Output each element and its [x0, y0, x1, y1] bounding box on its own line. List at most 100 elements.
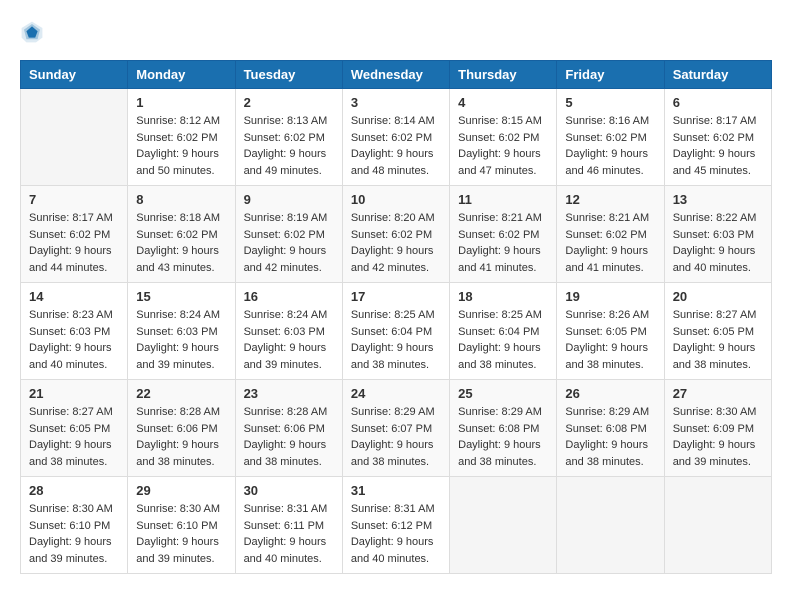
calendar-cell: 22 Sunrise: 8:28 AM Sunset: 6:06 PM Dayli…	[128, 380, 235, 477]
day-info: Sunrise: 8:23 AM Sunset: 6:03 PM Dayligh…	[29, 307, 119, 373]
calendar-cell	[664, 477, 771, 574]
day-number: 5	[565, 95, 655, 110]
day-info: Sunrise: 8:26 AM Sunset: 6:05 PM Dayligh…	[565, 307, 655, 373]
day-info: Sunrise: 8:19 AM Sunset: 6:02 PM Dayligh…	[244, 210, 334, 276]
day-number: 9	[244, 192, 334, 207]
logo-icon	[20, 20, 44, 44]
calendar-cell: 6 Sunrise: 8:17 AM Sunset: 6:02 PM Daylig…	[664, 89, 771, 186]
day-info: Sunrise: 8:13 AM Sunset: 6:02 PM Dayligh…	[244, 113, 334, 179]
day-info: Sunrise: 8:14 AM Sunset: 6:02 PM Dayligh…	[351, 113, 441, 179]
calendar-cell: 3 Sunrise: 8:14 AM Sunset: 6:02 PM Daylig…	[342, 89, 449, 186]
weekday-header: Sunday	[21, 61, 128, 89]
calendar-cell: 9 Sunrise: 8:19 AM Sunset: 6:02 PM Daylig…	[235, 186, 342, 283]
day-number: 17	[351, 289, 441, 304]
calendar-week: 7 Sunrise: 8:17 AM Sunset: 6:02 PM Daylig…	[21, 186, 772, 283]
day-info: Sunrise: 8:21 AM Sunset: 6:02 PM Dayligh…	[458, 210, 548, 276]
day-info: Sunrise: 8:29 AM Sunset: 6:08 PM Dayligh…	[565, 404, 655, 470]
weekday-header: Monday	[128, 61, 235, 89]
day-info: Sunrise: 8:16 AM Sunset: 6:02 PM Dayligh…	[565, 113, 655, 179]
day-number: 16	[244, 289, 334, 304]
calendar-cell: 11 Sunrise: 8:21 AM Sunset: 6:02 PM Dayli…	[450, 186, 557, 283]
day-info: Sunrise: 8:30 AM Sunset: 6:09 PM Dayligh…	[673, 404, 763, 470]
calendar-cell: 31 Sunrise: 8:31 AM Sunset: 6:12 PM Dayli…	[342, 477, 449, 574]
calendar-cell: 28Sunrise: 8:30 AM Sunset: 6:10 PM Dayli…	[21, 477, 128, 574]
day-info: Sunrise: 8:17 AM Sunset: 6:02 PM Dayligh…	[673, 113, 763, 179]
day-number: 6	[673, 95, 763, 110]
day-number: 7	[29, 192, 119, 207]
calendar-cell: 4Sunrise: 8:15 AM Sunset: 6:02 PM Daylig…	[450, 89, 557, 186]
calendar-cell: 15 Sunrise: 8:24 AM Sunset: 6:03 PM Dayli…	[128, 283, 235, 380]
day-number: 2	[244, 95, 334, 110]
day-number: 21	[29, 386, 119, 401]
calendar-cell: 19Sunrise: 8:26 AM Sunset: 6:05 PM Dayli…	[557, 283, 664, 380]
day-info: Sunrise: 8:30 AM Sunset: 6:10 PM Dayligh…	[29, 501, 119, 567]
day-info: Sunrise: 8:20 AM Sunset: 6:02 PM Dayligh…	[351, 210, 441, 276]
weekday-header: Thursday	[450, 61, 557, 89]
weekday-header: Friday	[557, 61, 664, 89]
calendar-cell: 29 Sunrise: 8:30 AM Sunset: 6:10 PM Dayli…	[128, 477, 235, 574]
day-info: Sunrise: 8:17 AM Sunset: 6:02 PM Dayligh…	[29, 210, 119, 276]
day-number: 24	[351, 386, 441, 401]
day-number: 13	[673, 192, 763, 207]
calendar-cell: 20Sunrise: 8:27 AM Sunset: 6:05 PM Dayli…	[664, 283, 771, 380]
calendar-cell: 10 Sunrise: 8:20 AM Sunset: 6:02 PM Dayli…	[342, 186, 449, 283]
calendar-week: 14 Sunrise: 8:23 AM Sunset: 6:03 PM Dayli…	[21, 283, 772, 380]
day-info: Sunrise: 8:30 AM Sunset: 6:10 PM Dayligh…	[136, 501, 226, 567]
day-number: 15	[136, 289, 226, 304]
calendar-cell: 16Sunrise: 8:24 AM Sunset: 6:03 PM Dayli…	[235, 283, 342, 380]
day-number: 22	[136, 386, 226, 401]
day-number: 18	[458, 289, 548, 304]
calendar-cell	[21, 89, 128, 186]
day-info: Sunrise: 8:15 AM Sunset: 6:02 PM Dayligh…	[458, 113, 548, 179]
calendar-cell: 21 Sunrise: 8:27 AM Sunset: 6:05 PM Dayli…	[21, 380, 128, 477]
calendar-cell: 5 Sunrise: 8:16 AM Sunset: 6:02 PM Daylig…	[557, 89, 664, 186]
day-info: Sunrise: 8:27 AM Sunset: 6:05 PM Dayligh…	[673, 307, 763, 373]
calendar-cell	[557, 477, 664, 574]
calendar-cell: 8 Sunrise: 8:18 AM Sunset: 6:02 PM Daylig…	[128, 186, 235, 283]
calendar-cell: 13 Sunrise: 8:22 AM Sunset: 6:03 PM Dayli…	[664, 186, 771, 283]
calendar-cell: 1 Sunrise: 8:12 AM Sunset: 6:02 PM Daylig…	[128, 89, 235, 186]
calendar-week: 28Sunrise: 8:30 AM Sunset: 6:10 PM Dayli…	[21, 477, 772, 574]
weekday-header: Wednesday	[342, 61, 449, 89]
header	[20, 20, 772, 44]
day-number: 11	[458, 192, 548, 207]
day-number: 23	[244, 386, 334, 401]
day-info: Sunrise: 8:21 AM Sunset: 6:02 PM Dayligh…	[565, 210, 655, 276]
calendar-cell: 26 Sunrise: 8:29 AM Sunset: 6:08 PM Dayli…	[557, 380, 664, 477]
calendar-cell: 18 Sunrise: 8:25 AM Sunset: 6:04 PM Dayli…	[450, 283, 557, 380]
calendar-table: SundayMondayTuesdayWednesdayThursdayFrid…	[20, 60, 772, 574]
day-info: Sunrise: 8:24 AM Sunset: 6:03 PM Dayligh…	[136, 307, 226, 373]
day-number: 25	[458, 386, 548, 401]
day-info: Sunrise: 8:29 AM Sunset: 6:07 PM Dayligh…	[351, 404, 441, 470]
day-number: 31	[351, 483, 441, 498]
calendar-cell: 25Sunrise: 8:29 AM Sunset: 6:08 PM Dayli…	[450, 380, 557, 477]
day-number: 14	[29, 289, 119, 304]
day-number: 8	[136, 192, 226, 207]
weekday-header: Tuesday	[235, 61, 342, 89]
calendar-cell: 23Sunrise: 8:28 AM Sunset: 6:06 PM Dayli…	[235, 380, 342, 477]
day-info: Sunrise: 8:31 AM Sunset: 6:12 PM Dayligh…	[351, 501, 441, 567]
day-number: 26	[565, 386, 655, 401]
day-info: Sunrise: 8:22 AM Sunset: 6:03 PM Dayligh…	[673, 210, 763, 276]
calendar-header: SundayMondayTuesdayWednesdayThursdayFrid…	[21, 61, 772, 89]
calendar-cell: 2 Sunrise: 8:13 AM Sunset: 6:02 PM Daylig…	[235, 89, 342, 186]
day-info: Sunrise: 8:28 AM Sunset: 6:06 PM Dayligh…	[136, 404, 226, 470]
day-number: 3	[351, 95, 441, 110]
day-number: 12	[565, 192, 655, 207]
calendar-cell: 7 Sunrise: 8:17 AM Sunset: 6:02 PM Daylig…	[21, 186, 128, 283]
day-number: 30	[244, 483, 334, 498]
calendar-cell: 30 Sunrise: 8:31 AM Sunset: 6:11 PM Dayli…	[235, 477, 342, 574]
day-number: 29	[136, 483, 226, 498]
day-info: Sunrise: 8:27 AM Sunset: 6:05 PM Dayligh…	[29, 404, 119, 470]
day-number: 27	[673, 386, 763, 401]
day-info: Sunrise: 8:18 AM Sunset: 6:02 PM Dayligh…	[136, 210, 226, 276]
weekday-header: Saturday	[664, 61, 771, 89]
calendar-week: 1 Sunrise: 8:12 AM Sunset: 6:02 PM Daylig…	[21, 89, 772, 186]
day-info: Sunrise: 8:12 AM Sunset: 6:02 PM Dayligh…	[136, 113, 226, 179]
calendar-cell: 12 Sunrise: 8:21 AM Sunset: 6:02 PM Dayli…	[557, 186, 664, 283]
day-info: Sunrise: 8:25 AM Sunset: 6:04 PM Dayligh…	[458, 307, 548, 373]
day-info: Sunrise: 8:31 AM Sunset: 6:11 PM Dayligh…	[244, 501, 334, 567]
logo	[20, 20, 48, 44]
day-number: 10	[351, 192, 441, 207]
day-number: 1	[136, 95, 226, 110]
